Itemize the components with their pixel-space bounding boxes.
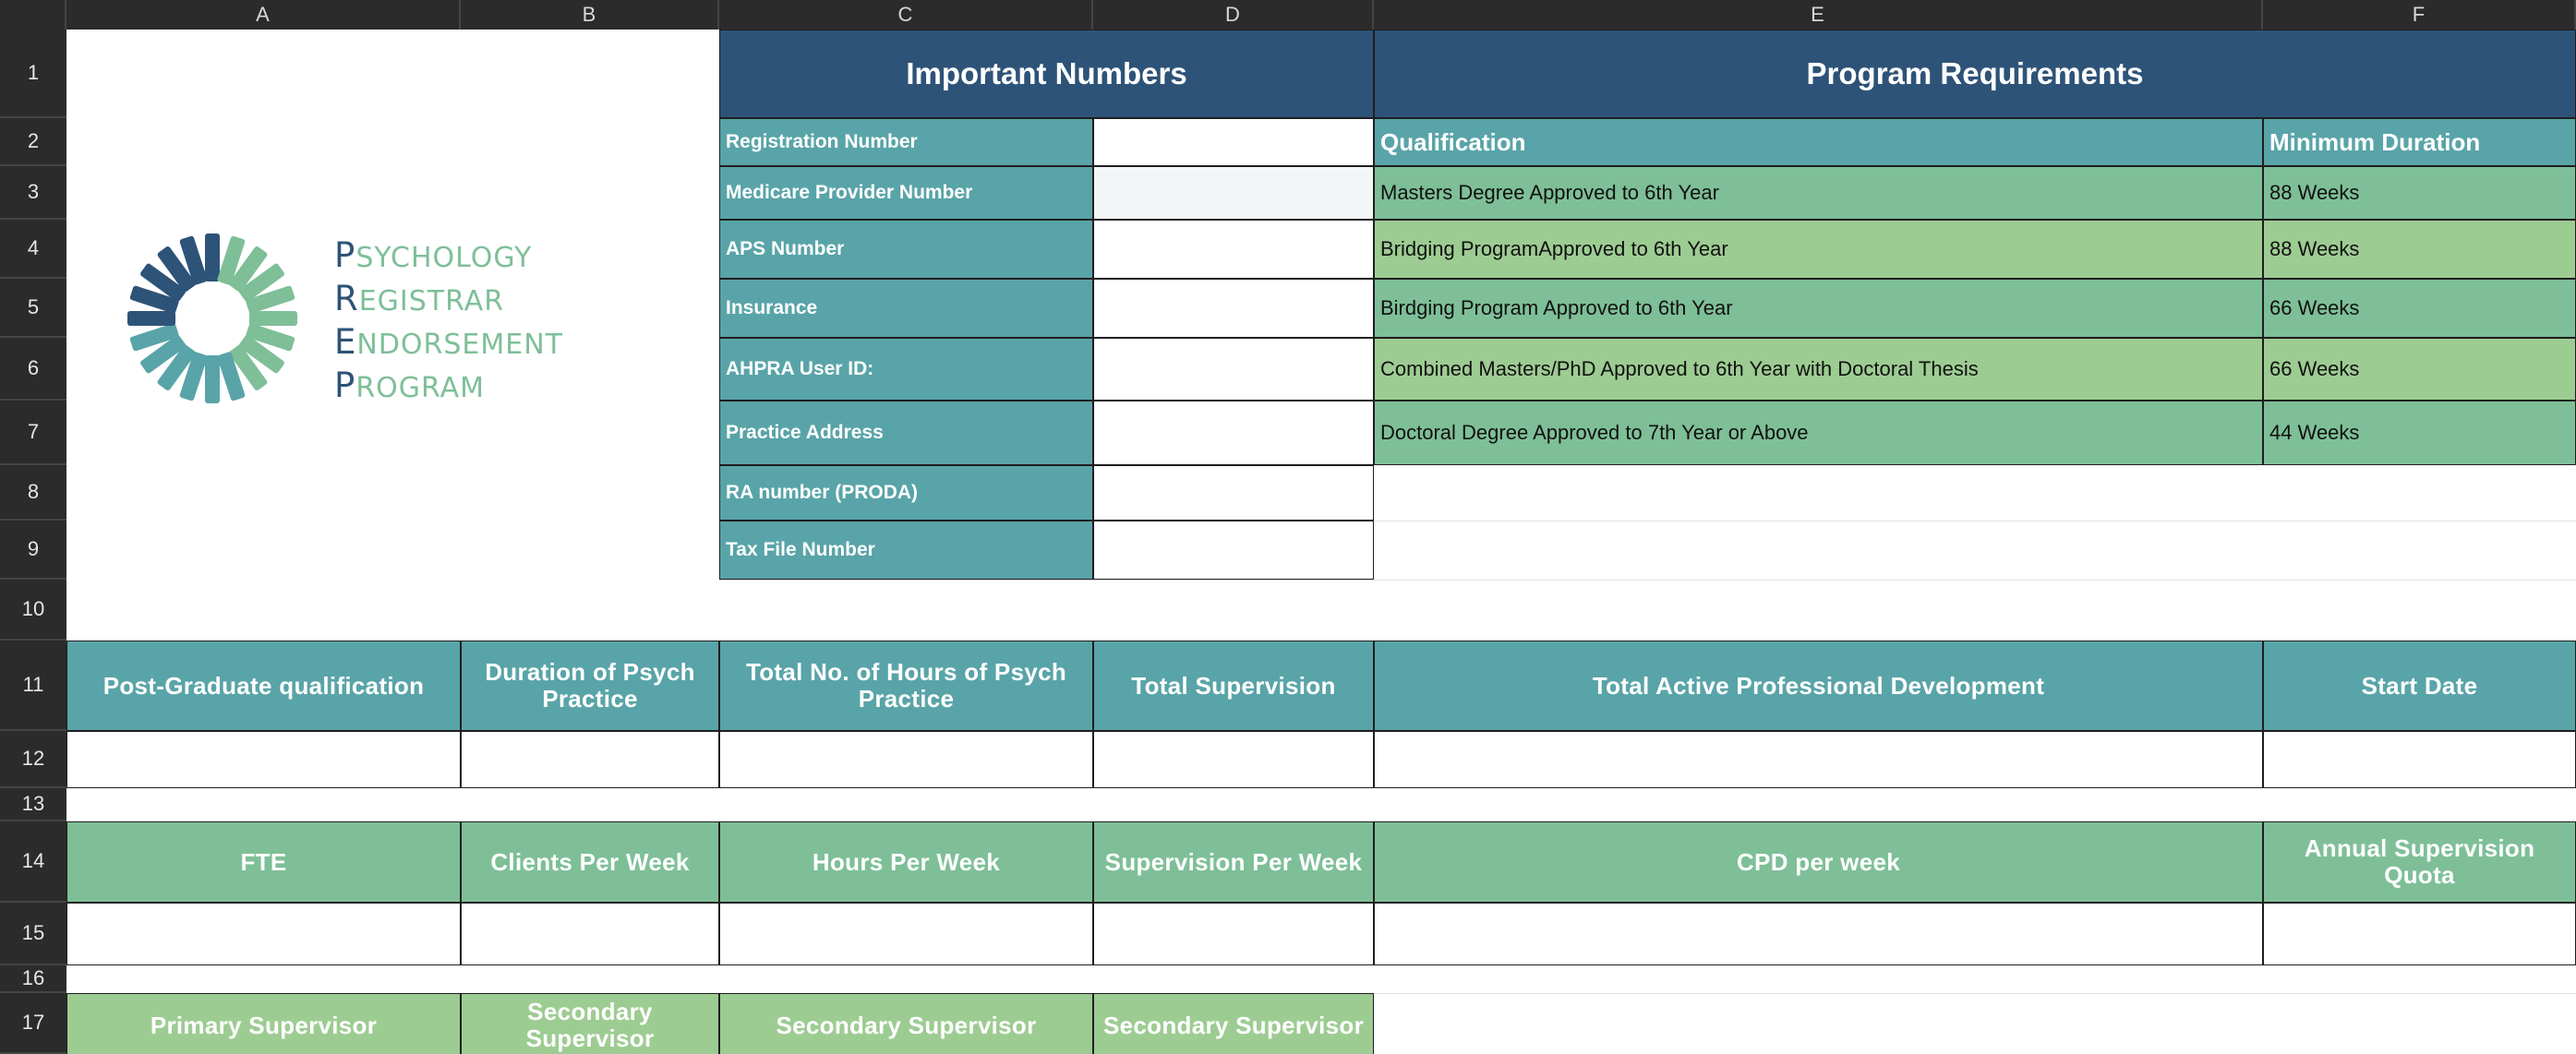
post-graduate-qualification-input[interactable] [66,731,461,788]
requirement-qualification-cell[interactable]: Birdging Program Approved to 6th Year [1374,279,2263,338]
row-header-2[interactable]: 2 [0,118,66,166]
primary-supervisor-header[interactable]: Primary Supervisor [66,993,461,1054]
logo-sunburst-icon [127,234,297,403]
row-header-16[interactable]: 16 [0,965,66,993]
total-active-professional-development-header[interactable]: Total Active Professional Development [1374,641,2263,731]
tax-file-number-label[interactable]: Tax File Number [719,521,1093,580]
clients-per-week-input[interactable] [461,903,719,965]
logo-wordmark: PSYCHOLOGY REGISTRAR ENDORSEMENT PROGRAM [334,235,563,405]
total-supervision-input[interactable] [1093,731,1374,788]
total-hours-psych-practice-header[interactable]: Total No. of Hours of Psych Practice [719,641,1093,731]
hours-per-week-header[interactable]: Hours Per Week [719,821,1093,903]
registration-number-label[interactable]: Registration Number [719,118,1093,166]
column-header-c[interactable]: C [719,0,1093,30]
column-header-f[interactable]: F [2263,0,2576,30]
start-date-input[interactable] [2263,731,2576,788]
fte-input[interactable] [66,903,461,965]
requirement-duration-cell[interactable]: 88 Weeks [2263,220,2576,279]
medicare-provider-number-input[interactable] [1093,166,1374,220]
supervision-per-week-header[interactable]: Supervision Per Week [1093,821,1374,903]
duration-of-psych-practice-header[interactable]: Duration of Psych Practice [461,641,719,731]
clients-per-week-header[interactable]: Clients Per Week [461,821,719,903]
row-header-13[interactable]: 13 [0,788,66,821]
hours-per-week-input[interactable] [719,903,1093,965]
requirement-qualification-cell[interactable]: Masters Degree Approved to 6th Year [1374,166,2263,220]
practice-address-label[interactable]: Practice Address [719,401,1093,465]
row-header-6[interactable]: 6 [0,338,66,401]
row-header-12[interactable]: 12 [0,731,66,788]
column-header-d[interactable]: D [1093,0,1374,30]
ra-number-input[interactable] [1093,465,1374,521]
aps-number-input[interactable] [1093,220,1374,279]
row-header-7[interactable]: 7 [0,401,66,465]
total-hours-psych-practice-input[interactable] [719,731,1093,788]
column-header-b[interactable]: B [461,0,719,30]
requirement-duration-cell[interactable]: 88 Weeks [2263,166,2576,220]
requirement-duration-cell[interactable]: 44 Weeks [2263,401,2576,465]
registration-number-input[interactable] [1093,118,1374,166]
ahpra-user-id-input[interactable] [1093,338,1374,401]
logo-ray [205,355,220,403]
qualification-header[interactable]: Qualification [1374,118,2263,166]
secondary-supervisor-header[interactable]: Secondary Supervisor [719,993,1093,1054]
tax-file-number-input[interactable] [1093,521,1374,580]
cpd-per-week-header[interactable]: CPD per week [1374,821,2263,903]
row-header-14[interactable]: 14 [0,821,66,903]
medicare-provider-number-label[interactable]: Medicare Provider Number [719,166,1093,220]
row-header-4[interactable]: 4 [0,220,66,279]
total-supervision-header[interactable]: Total Supervision [1093,641,1374,731]
row-header-11[interactable]: 11 [0,641,66,731]
row-header-9[interactable]: 9 [0,521,66,580]
logo-ray [249,311,297,326]
total-active-professional-development-input[interactable] [1374,731,2263,788]
row-header-17[interactable]: 17 [0,993,66,1054]
insurance-label[interactable]: Insurance [719,279,1093,338]
row-header-15[interactable]: 15 [0,903,66,965]
logo-ray [205,234,220,281]
ra-number-label[interactable]: RA number (PRODA) [719,465,1093,521]
secondary-supervisor-header[interactable]: Secondary Supervisor [461,993,719,1054]
annual-supervision-quota-header[interactable]: Annual Supervision Quota [2263,821,2576,903]
select-all-corner[interactable] [0,0,66,30]
cpd-per-week-input[interactable] [1374,903,2263,965]
secondary-supervisor-header[interactable]: Secondary Supervisor [1093,993,1374,1054]
fte-header[interactable]: FTE [66,821,461,903]
program-requirements-title[interactable]: Program Requirements [1374,30,2576,118]
row-header-3[interactable]: 3 [0,166,66,220]
ahpra-user-id-label[interactable]: AHPRA User ID: [719,338,1093,401]
column-header-e[interactable]: E [1374,0,2263,30]
insurance-input[interactable] [1093,279,1374,338]
row-header-5[interactable]: 5 [0,279,66,338]
column-header-a[interactable]: A [66,0,461,30]
practice-address-input[interactable] [1093,401,1374,465]
duration-of-psych-practice-input[interactable] [461,731,719,788]
logo-ray [127,311,175,326]
row-header-10[interactable]: 10 [0,580,66,641]
supervision-per-week-input[interactable] [1093,903,1374,965]
requirement-qualification-cell[interactable]: Doctoral Degree Approved to 7th Year or … [1374,401,2263,465]
row-header-8[interactable]: 8 [0,465,66,521]
spreadsheet: A B C D E F 1 2 3 4 5 6 7 8 9 10 11 12 1… [0,0,2576,1054]
row-header-1[interactable]: 1 [0,30,66,118]
aps-number-label[interactable]: APS Number [719,220,1093,279]
requirement-qualification-cell[interactable]: Bridging ProgramApproved to 6th Year [1374,220,2263,279]
requirement-qualification-cell[interactable]: Combined Masters/PhD Approved to 6th Yea… [1374,338,2263,401]
post-graduate-qualification-header[interactable]: Post-Graduate qualification [66,641,461,731]
minimum-duration-header[interactable]: Minimum Duration [2263,118,2576,166]
annual-supervision-quota-input[interactable] [2263,903,2576,965]
important-numbers-title[interactable]: Important Numbers [719,30,1374,118]
requirement-duration-cell[interactable]: 66 Weeks [2263,279,2576,338]
start-date-header[interactable]: Start Date [2263,641,2576,731]
requirement-duration-cell[interactable]: 66 Weeks [2263,338,2576,401]
